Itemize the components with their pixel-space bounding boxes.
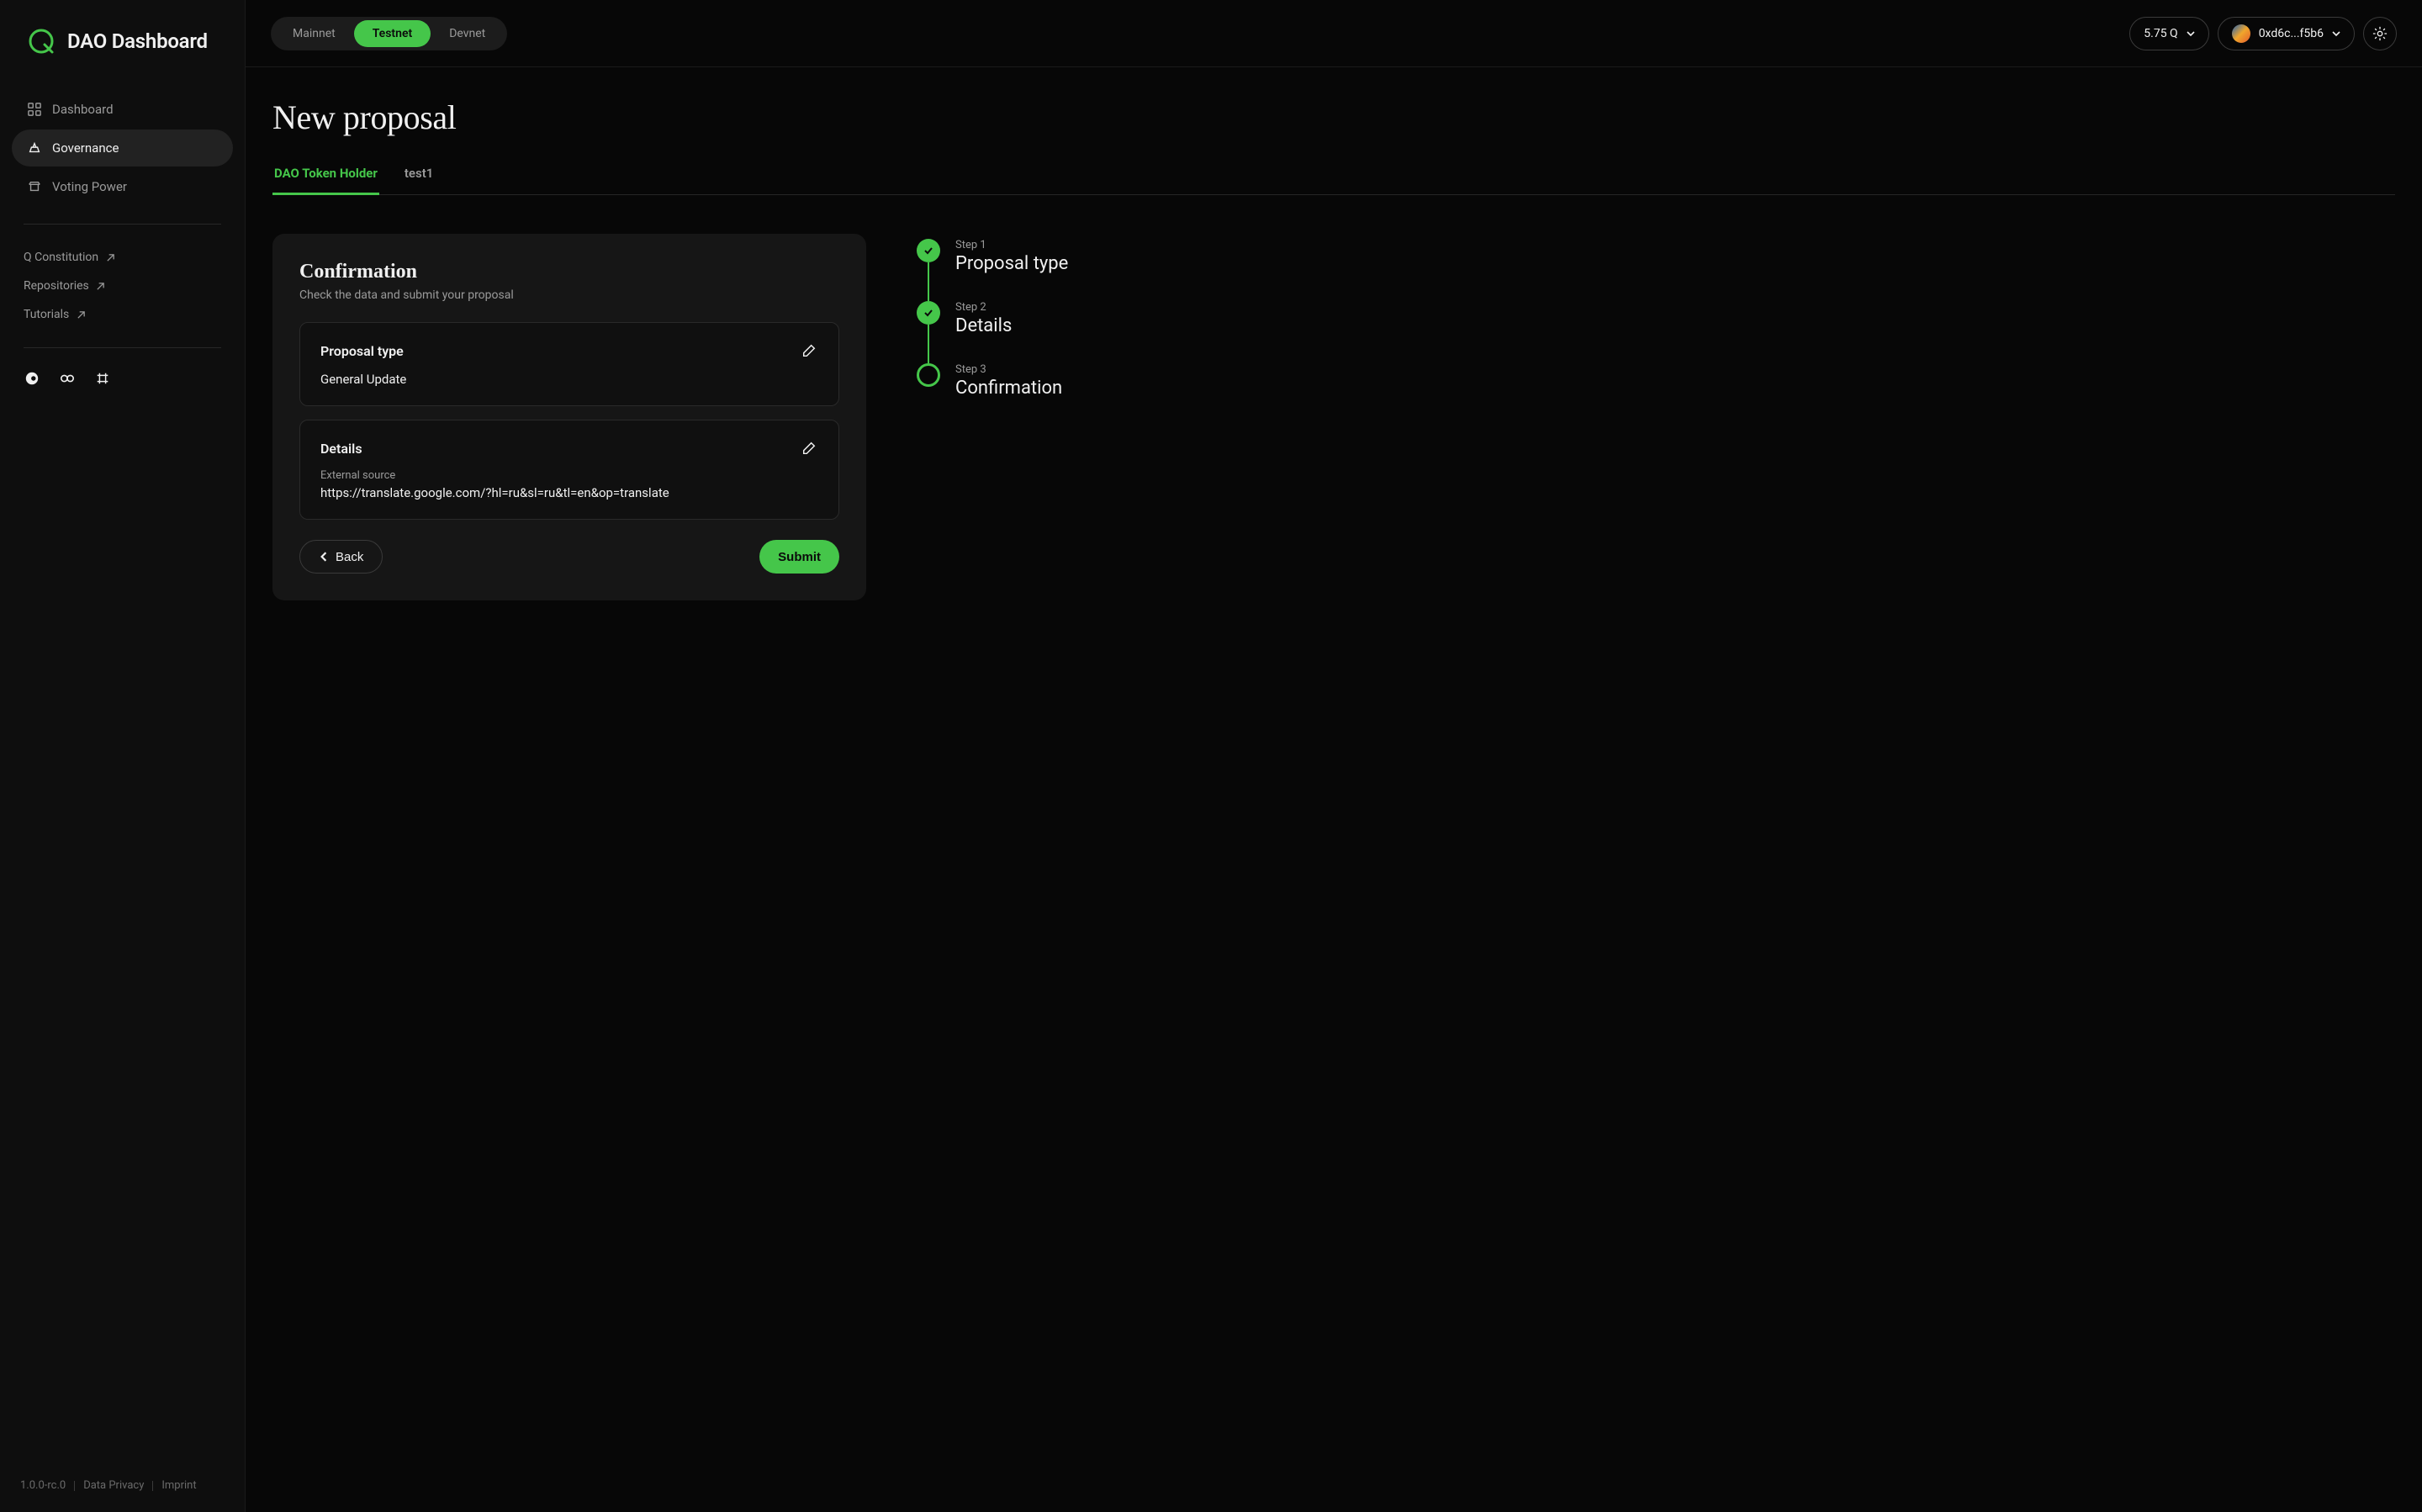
step-label: Confirmation	[955, 378, 1062, 399]
step-indicator-done	[917, 239, 940, 262]
step-label: Proposal type	[955, 253, 1068, 274]
submit-button[interactable]: Submit	[759, 540, 839, 574]
card-title: Confirmation	[299, 261, 839, 283]
social3-icon[interactable]	[94, 370, 111, 387]
pencil-icon	[801, 343, 817, 358]
footer-sep	[74, 1481, 75, 1491]
confirmation-card: Confirmation Check the data and submit y…	[272, 234, 866, 600]
account-dropdown[interactable]: 0xd6c...f5b6	[2218, 17, 2355, 50]
topbar-right: 5.75 Q 0xd6c...f5b6	[2129, 17, 2397, 50]
stepper: Step 1 Proposal type Step 2 Details	[917, 234, 1068, 600]
balance-dropdown[interactable]: 5.75 Q	[2129, 17, 2208, 50]
step-1: Step 1 Proposal type	[917, 239, 1068, 301]
link-constitution[interactable]: Q Constitution	[24, 243, 221, 272]
link-tutorials[interactable]: Tutorials	[24, 300, 221, 329]
chevron-down-icon	[2187, 29, 2195, 38]
step-num: Step 1	[955, 239, 1068, 251]
external-icon	[105, 252, 115, 262]
edit-proposal-type-button[interactable]	[800, 341, 818, 360]
tab-dao-token-holder[interactable]: DAO Token Holder	[272, 166, 379, 195]
step-indicator-current	[917, 363, 940, 387]
content-row: Confirmation Check the data and submit y…	[272, 234, 2395, 600]
sidebar-item-governance[interactable]: Governance	[12, 130, 233, 167]
section-label: External source	[320, 469, 818, 482]
back-button[interactable]: Back	[299, 540, 383, 574]
account-address: 0xd6c...f5b6	[2259, 27, 2324, 40]
external-icon	[96, 281, 106, 291]
avatar	[2232, 24, 2250, 43]
balance-value: 5.75 Q	[2144, 27, 2177, 40]
ext-link-label: Q Constitution	[24, 251, 98, 264]
link-imprint[interactable]: Imprint	[161, 1479, 196, 1492]
voting-power-icon	[27, 179, 42, 194]
separator	[24, 224, 221, 225]
sidebar-item-label: Governance	[52, 140, 119, 156]
separator	[24, 347, 221, 348]
card-subtitle: Check the data and submit your proposal	[299, 288, 839, 302]
network-devnet[interactable]: Devnet	[431, 20, 504, 47]
sidebar-item-voting-power[interactable]: Voting Power	[12, 168, 233, 205]
topbar: Mainnet Testnet Devnet 5.75 Q 0xd6c...f5…	[246, 0, 2422, 67]
brand: DAO Dashboard	[12, 0, 233, 91]
section-proposal-type: Proposal type General Update	[299, 322, 839, 406]
step-connector	[928, 325, 929, 363]
sidebar-item-label: Voting Power	[52, 179, 127, 194]
network-switcher: Mainnet Testnet Devnet	[271, 17, 507, 50]
tab-test1[interactable]: test1	[403, 166, 435, 195]
submit-label: Submit	[778, 550, 821, 564]
section-heading: Proposal type	[320, 343, 404, 359]
chevron-down-icon	[2332, 29, 2340, 38]
gear-icon	[2372, 26, 2388, 41]
edit-details-button[interactable]	[800, 439, 818, 457]
settings-button[interactable]	[2363, 17, 2397, 50]
brand-title: DAO Dashboard	[67, 29, 208, 53]
social2-icon[interactable]	[59, 370, 76, 387]
external-icon	[76, 309, 86, 320]
step-2: Step 2 Details	[917, 301, 1068, 363]
sidebar-item-label: Dashboard	[52, 102, 114, 117]
tabs: DAO Token Holder test1	[272, 166, 2395, 195]
sidebar-footer: 1.0.0-rc.0 Data Privacy Imprint	[12, 1479, 233, 1512]
step-connector	[928, 262, 929, 301]
step-label: Details	[955, 315, 1012, 336]
nav: Dashboard Governance Voting Power	[12, 91, 233, 205]
step-num: Step 3	[955, 363, 1062, 376]
sidebar-item-dashboard[interactable]: Dashboard	[12, 91, 233, 128]
step-num: Step 2	[955, 301, 1012, 314]
logo-icon	[27, 27, 56, 56]
section-details: Details External source https://translat…	[299, 420, 839, 520]
link-repositories[interactable]: Repositories	[24, 272, 221, 300]
external-links: Q Constitution Repositories Tutorials	[12, 243, 233, 329]
step-indicator-done	[917, 301, 940, 325]
section-value: https://translate.google.com/?hl=ru&sl=r…	[320, 485, 818, 500]
version-label: 1.0.0-rc.0	[20, 1479, 66, 1492]
card-actions: Back Submit	[299, 540, 839, 574]
back-label: Back	[336, 550, 363, 564]
section-heading: Details	[320, 441, 362, 457]
social-row	[12, 370, 233, 387]
page-title: New proposal	[272, 98, 2395, 137]
step-3: Step 3 Confirmation	[917, 363, 1068, 399]
link-privacy[interactable]: Data Privacy	[83, 1479, 144, 1492]
dashboard-icon	[27, 102, 42, 117]
ext-link-label: Repositories	[24, 279, 89, 293]
main: New proposal DAO Token Holder test1 Conf…	[246, 67, 2422, 1512]
chevron-left-icon	[319, 552, 329, 562]
ext-link-label: Tutorials	[24, 308, 69, 321]
footer-sep	[152, 1481, 153, 1491]
pencil-icon	[801, 441, 817, 456]
social1-icon[interactable]	[24, 370, 40, 387]
governance-icon	[27, 140, 42, 156]
network-testnet[interactable]: Testnet	[354, 20, 431, 47]
section-value: General Update	[320, 372, 818, 387]
sidebar: DAO Dashboard Dashboard Governanc	[0, 0, 246, 1512]
network-mainnet[interactable]: Mainnet	[274, 20, 354, 47]
